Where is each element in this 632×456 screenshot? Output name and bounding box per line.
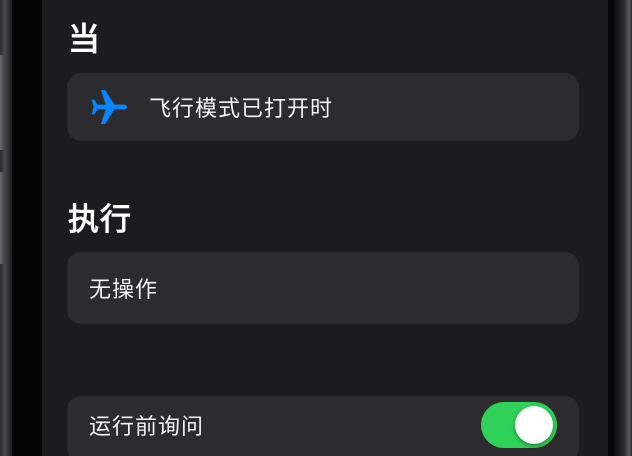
airplane-icon — [89, 87, 129, 127]
section-title-do: 执行 — [68, 202, 132, 238]
action-label: 无操作 — [89, 278, 159, 303]
toggle-knob — [515, 406, 553, 444]
automation-screen: 当 飞行模式已打开时 执行 无操作 运行前询问 — [42, 0, 608, 456]
volume-up-button — [0, 55, 6, 150]
volume-down-button — [0, 172, 6, 264]
ask-before-running-label: 运行前询问 — [89, 415, 205, 440]
section-title-when: 当 — [68, 20, 102, 58]
device-screenshot: 当 飞行模式已打开时 执行 无操作 运行前询问 — [0, 0, 632, 456]
phone-frame-right — [614, 0, 632, 456]
trigger-card[interactable]: 飞行模式已打开时 — [67, 73, 579, 141]
action-card[interactable]: 无操作 — [67, 252, 579, 324]
trigger-label: 飞行模式已打开时 — [149, 97, 334, 122]
ask-before-running-toggle[interactable] — [481, 402, 557, 448]
ask-before-running-row: 运行前询问 — [67, 396, 579, 456]
